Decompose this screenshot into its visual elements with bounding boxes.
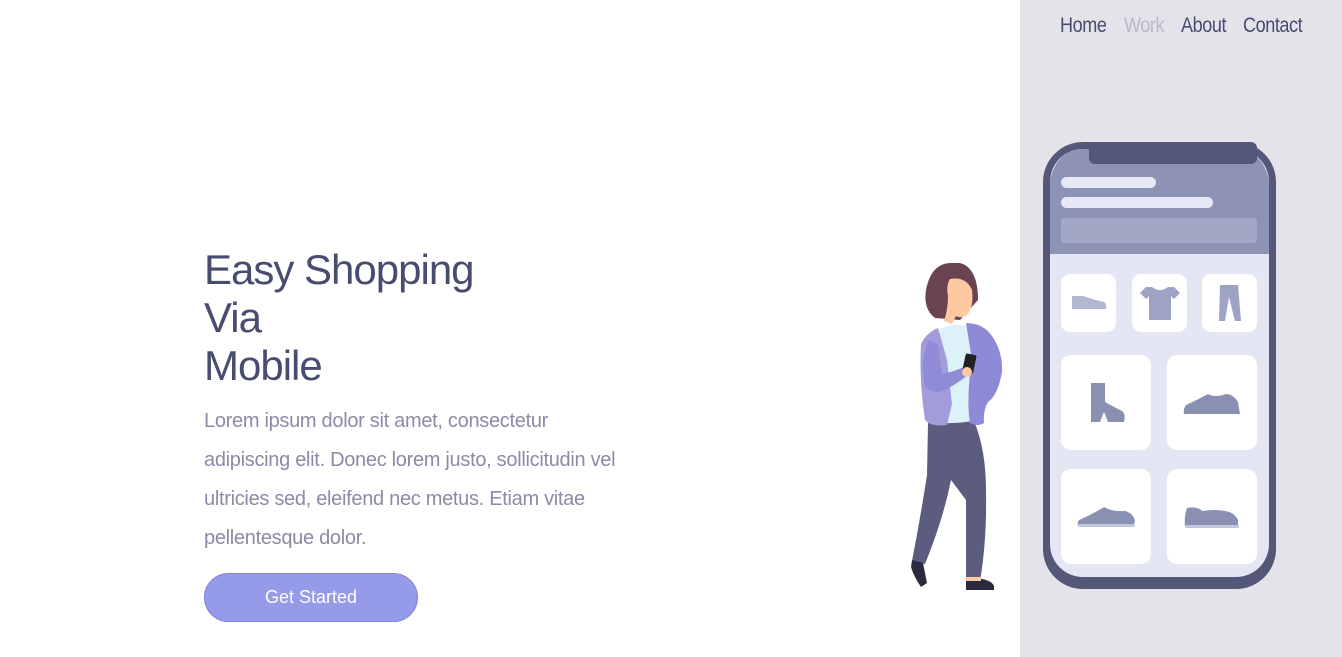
- shopping-illustration: [911, 142, 1276, 590]
- phone-illustration: [1043, 142, 1276, 589]
- woman-figure: [911, 263, 1003, 590]
